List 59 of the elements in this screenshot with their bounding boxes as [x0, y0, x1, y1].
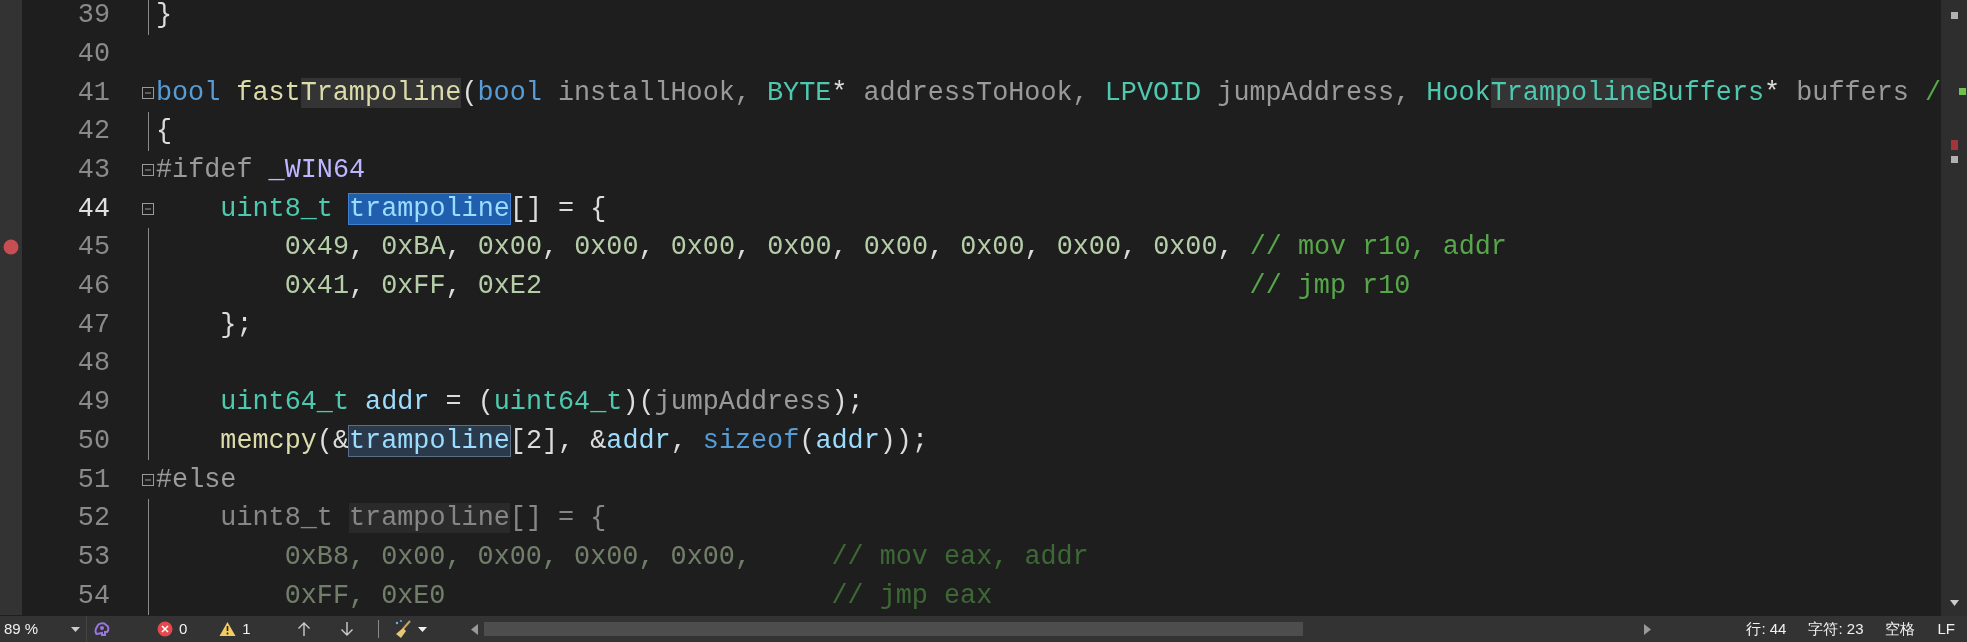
collapse-icon[interactable]: [142, 202, 154, 215]
scroll-marker: [1959, 88, 1966, 95]
code-line: };: [219, 308, 253, 342]
line-number: 45: [77, 232, 110, 263]
zoom-level: 89 %: [4, 618, 39, 639]
line-number: 47: [77, 309, 110, 340]
line-number: 53: [77, 541, 110, 572]
collapse-icon[interactable]: [142, 164, 154, 177]
indent-indicator[interactable]: 空格: [1885, 617, 1916, 641]
down-arrow-icon[interactable]: [339, 621, 354, 637]
error-icon[interactable]: [157, 621, 173, 637]
up-arrow-icon[interactable]: [296, 621, 311, 637]
line-ending-indicator[interactable]: LF: [1937, 617, 1955, 641]
line-number: 48: [77, 348, 110, 379]
warning-icon[interactable]: [219, 621, 237, 637]
code-line: 0x41, 0xFF, 0xE2 // jmp r10: [283, 270, 1411, 304]
right-arrow-icon: [1643, 623, 1651, 635]
column-indicator[interactable]: 字符: 23: [1808, 617, 1864, 641]
code-line: }: [155, 0, 173, 33]
code-line: uint8_t trampoline[] = {: [219, 192, 607, 226]
caret-icon: [417, 626, 427, 632]
line-number: 54: [77, 580, 110, 611]
code-line: uint64_t addr = (uint64_t)(jumpAddress);: [219, 386, 864, 420]
line-number: 43: [77, 155, 110, 185]
left-arrow-icon: [470, 623, 478, 635]
line-number: 39: [77, 0, 110, 31]
collapse-icon[interactable]: [142, 473, 154, 486]
brain-icon[interactable]: [93, 620, 111, 638]
code-line: bool fastTrampoline(bool installHook, BYTE* addressToHook, LPVOID jumpAddress, HookTrampolineBuffers* buffers /: [154, 76, 1941, 110]
vertical-scrollbar[interactable]: [1941, 0, 1967, 616]
caret-icon: [71, 626, 80, 632]
code-line: memcpy(&trampoline[2], &addr, sizeof(addr));: [219, 424, 928, 458]
scrollbar-thumb[interactable]: [483, 622, 1303, 636]
code-line: #else: [155, 463, 237, 497]
line-number: 44: [77, 193, 110, 224]
line-number: 49: [77, 387, 110, 418]
breakpoint-icon[interactable]: [3, 239, 19, 256]
code-line: 0xB8, 0x00, 0x00, 0x00, 0x00, // mov eax, addr: [283, 540, 1089, 574]
line-number: 42: [77, 116, 110, 147]
code-line: 0x49, 0xBA, 0x00, 0x00, 0x00, 0x00, 0x00, 0x00, 0x00, 0x00, // mov r10, addr: [283, 231, 1507, 265]
line-number: 41: [77, 77, 110, 108]
scroll-marker: [1951, 140, 1958, 150]
code-line: uint8_t trampoline[] = {: [219, 502, 607, 536]
collapse-icon[interactable]: [141, 86, 154, 99]
line-number: 40: [77, 38, 110, 69]
error-count: 0: [179, 618, 188, 639]
line-number: 46: [77, 271, 110, 302]
line-number: 50: [77, 425, 110, 456]
line-indicator[interactable]: 行: 44: [1746, 617, 1787, 641]
scroll-marker: [1951, 156, 1958, 163]
line-number: 51: [77, 464, 110, 495]
warning-count: 1: [242, 618, 251, 639]
scroll-marker: [1951, 12, 1958, 19]
code-line: #ifdef _WIN64: [155, 154, 366, 187]
code-line: {: [155, 115, 173, 149]
line-number: 52: [77, 503, 110, 534]
zoom-dropdown[interactable]: 89 %: [0, 616, 87, 642]
caret-icon[interactable]: [1950, 600, 1959, 606]
code-line: 0xFF, 0xE0 // jmp eax: [283, 579, 993, 613]
